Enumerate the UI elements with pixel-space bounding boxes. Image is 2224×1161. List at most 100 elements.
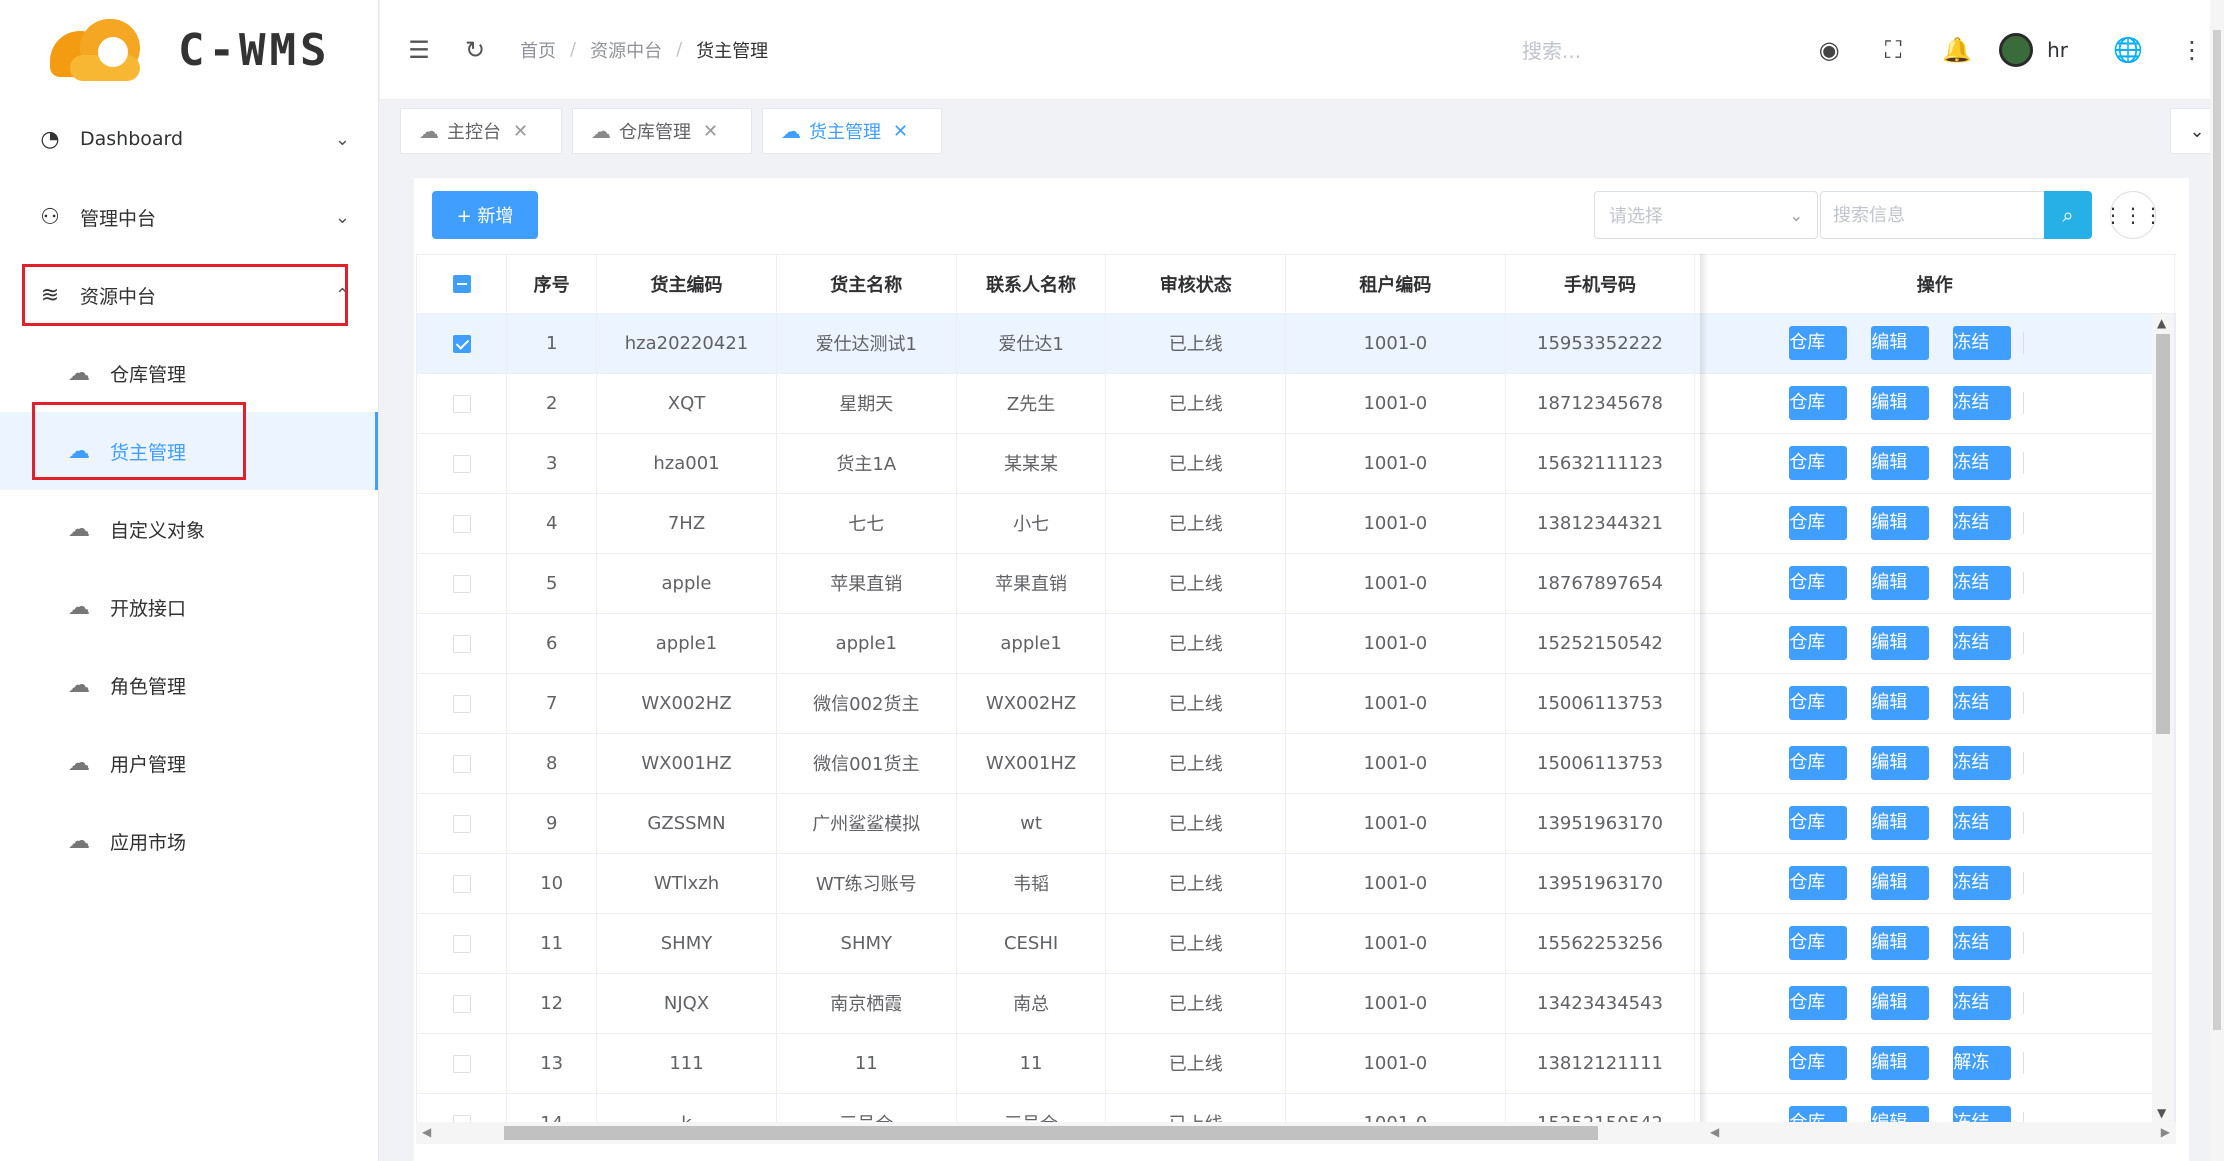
row-checkbox[interactable] <box>452 394 471 413</box>
edit-button[interactable]: 编辑 <box>1871 1106 1930 1122</box>
table-row[interactable]: 14k三号仓三号仓已上线1001-015252150542仓库编辑冻结 <box>417 1093 2176 1122</box>
page-scrollbar[interactable] <box>2210 0 2224 1161</box>
warehouse-button[interactable]: 仓库 <box>1789 986 1848 1020</box>
row-select-cell[interactable] <box>417 853 508 914</box>
warehouse-button[interactable]: 仓库 <box>1789 866 1848 900</box>
row-select-cell[interactable] <box>417 433 508 494</box>
sidebar-item-dashboard[interactable]: ◔ Dashboard ⌄ <box>0 100 378 178</box>
avatar[interactable] <box>1999 33 2034 67</box>
scroll-thumb[interactable] <box>504 1126 1598 1140</box>
edit-button[interactable]: 编辑 <box>1871 506 1930 540</box>
row-checkbox[interactable] <box>452 1054 471 1073</box>
columns-button[interactable]: ⋮⋮⋮ <box>2103 191 2163 239</box>
edit-button[interactable]: 编辑 <box>1871 806 1930 840</box>
table-row[interactable]: 8 WX001HZ 微信001货主 WX001HZ 已上线 1001-0 150061137… <box>417 733 2176 794</box>
search-button[interactable]: ⌕ <box>2044 191 2092 239</box>
sidebar-subitem-users[interactable]: ☁ 用户管理 <box>0 724 378 802</box>
freeze-button[interactable]: 冻结 <box>1953 326 2012 360</box>
freeze-button[interactable]: 冻结 <box>1953 386 2012 420</box>
freeze-button[interactable]: 冻结 <box>1953 626 2012 660</box>
filter-select[interactable]: 请选择 ⌄ <box>1594 191 1818 239</box>
row-checkbox[interactable] <box>452 754 471 773</box>
warehouse-button[interactable]: 仓库 <box>1789 686 1848 720</box>
freeze-button[interactable]: 冻结 <box>1953 686 2012 720</box>
sidebar-item-management[interactable]: ⚇ 管理中台 ⌄ <box>0 178 378 256</box>
freeze-button[interactable]: 冻结 <box>1953 806 2012 840</box>
row-select-cell[interactable] <box>417 313 508 374</box>
row-select-cell[interactable] <box>417 373 508 434</box>
username[interactable]: hr <box>2047 38 2068 62</box>
row-select-cell[interactable] <box>417 913 508 974</box>
row-checkbox[interactable] <box>452 1114 471 1122</box>
close-icon[interactable]: ✕ <box>893 121 908 142</box>
freeze-button[interactable]: 冻结 <box>1953 506 2012 540</box>
edit-button[interactable]: 编辑 <box>1871 926 1930 960</box>
record-icon[interactable]: ◉ <box>1797 36 1861 64</box>
warehouse-button[interactable]: 仓库 <box>1789 386 1848 420</box>
table-row[interactable]: 6 apple1 apple1 apple1 已上线 1001-0 15252150542 仓… <box>417 613 2176 674</box>
arrow-left-icon[interactable]: ◀ <box>422 1125 431 1139</box>
row-select-cell[interactable] <box>417 1033 508 1094</box>
table-row[interactable]: 3 hza001 货主1A 某某某 已上线 1001-0 15632111123 仓库 编辑 冻结 <box>417 433 2176 494</box>
edit-button[interactable]: 编辑 <box>1871 626 1930 660</box>
warehouse-button[interactable]: 仓库 <box>1789 446 1848 480</box>
fixed-column-horizontal-scrollbar[interactable]: ◀ ▶ <box>1704 1122 2176 1144</box>
table-row[interactable]: 7 WX002HZ 微信002货主 WX002HZ 已上线 1001-0 150061137… <box>417 673 2176 734</box>
freeze-button[interactable]: 解冻 <box>1953 1046 2012 1080</box>
sidebar-subitem-warehouse[interactable]: ☁ 仓库管理 <box>0 334 378 412</box>
edit-button[interactable]: 编辑 <box>1871 866 1930 900</box>
row-select-cell[interactable] <box>417 493 508 554</box>
warehouse-button[interactable]: 仓库 <box>1789 506 1848 540</box>
edit-button[interactable]: 编辑 <box>1871 446 1930 480</box>
freeze-button[interactable]: 冻结 <box>1953 746 2012 780</box>
row-checkbox[interactable] <box>452 334 471 353</box>
sidebar-item-resources[interactable]: ≋ 资源中台 ⌃ <box>0 256 378 334</box>
table-row[interactable]: 11 SHMY SHMY CESHI 已上线 1001-0 15562253256 仓库 编辑冻… <box>417 913 2176 974</box>
row-select-cell[interactable] <box>417 733 508 794</box>
table-row[interactable]: 2 XQT 星期天 Z先生 已上线 1001-0 18712345678 仓库 编辑 冻结 <box>417 373 2176 434</box>
close-icon[interactable]: ✕ <box>513 121 528 142</box>
row-checkbox[interactable] <box>452 454 471 473</box>
row-checkbox[interactable] <box>452 874 471 893</box>
scroll-thumb[interactable] <box>2213 30 2221 1030</box>
search-input[interactable] <box>1820 191 2046 239</box>
table-row[interactable]: 1 hza20220421 爱仕达测试1 爱仕达1 已上线 1001-0 159533522… <box>417 313 2176 374</box>
arrow-up-icon[interactable]: ▲ <box>2157 316 2166 330</box>
sidebar-subitem-roles[interactable]: ☁ 角色管理 <box>0 646 378 724</box>
warehouse-button[interactable]: 仓库 <box>1789 746 1848 780</box>
row-checkbox[interactable] <box>452 814 471 833</box>
row-select-cell[interactable] <box>417 673 508 734</box>
freeze-button[interactable]: 冻结 <box>1953 926 2012 960</box>
edit-button[interactable]: 编辑 <box>1871 686 1930 720</box>
warehouse-button[interactable]: 仓库 <box>1789 926 1848 960</box>
warehouse-button[interactable]: 仓库 <box>1789 806 1848 840</box>
tab-warehouse[interactable]: ☁ 仓库管理 ✕ <box>572 108 752 154</box>
row-checkbox[interactable] <box>452 634 471 653</box>
row-checkbox[interactable] <box>452 514 471 533</box>
edit-button[interactable]: 编辑 <box>1871 1046 1930 1080</box>
table-row[interactable]: 9 GZSSMN 广州鲨鲨模拟 wt 已上线 1001-0 13951963170 仓库 编辑冻… <box>417 793 2176 854</box>
warehouse-button[interactable]: 仓库 <box>1789 326 1848 360</box>
table-vertical-scrollbar[interactable]: ▲ ▼ <box>2152 314 2174 1122</box>
edit-button[interactable]: 编辑 <box>1871 986 1930 1020</box>
edit-button[interactable]: 编辑 <box>1871 566 1930 600</box>
table-row[interactable]: 4 7HZ 七七 小七 已上线 1001-0 13812344321 仓库 编辑 冻结 <box>417 493 2176 554</box>
row-select-cell[interactable] <box>417 613 508 674</box>
warehouse-button[interactable]: 仓库 <box>1789 626 1848 660</box>
row-checkbox[interactable] <box>452 574 471 593</box>
table-horizontal-scrollbar[interactable]: ◀ <box>416 1122 1704 1144</box>
row-checkbox[interactable] <box>452 934 471 953</box>
fullscreen-icon[interactable]: ⛶ <box>1861 36 1925 64</box>
table-row[interactable]: 10 WTlxzh WT练习账号 韦韬 已上线 1001-0 13951963170 仓库 编辑… <box>417 853 2176 914</box>
header-search[interactable]: 搜索... <box>1522 35 1581 64</box>
menu-fold-icon[interactable]: ☰ <box>402 36 436 64</box>
sidebar-subitem-owner[interactable]: ☁ 货主管理 <box>0 412 378 490</box>
breadcrumb-resources[interactable]: 资源中台 <box>590 37 662 63</box>
table-row[interactable]: 5 apple 苹果直销 苹果直销 已上线 1001-0 18767897654 仓库 编辑 冻结 <box>417 553 2176 614</box>
arrow-left-icon[interactable]: ◀ <box>1710 1125 1719 1139</box>
edit-button[interactable]: 编辑 <box>1871 746 1930 780</box>
freeze-button[interactable]: 冻结 <box>1953 446 2012 480</box>
row-select-cell[interactable] <box>417 793 508 854</box>
arrow-right-icon[interactable]: ▶ <box>2161 1125 2170 1139</box>
sidebar-subitem-app-market[interactable]: ☁ 应用市场 <box>0 802 378 880</box>
